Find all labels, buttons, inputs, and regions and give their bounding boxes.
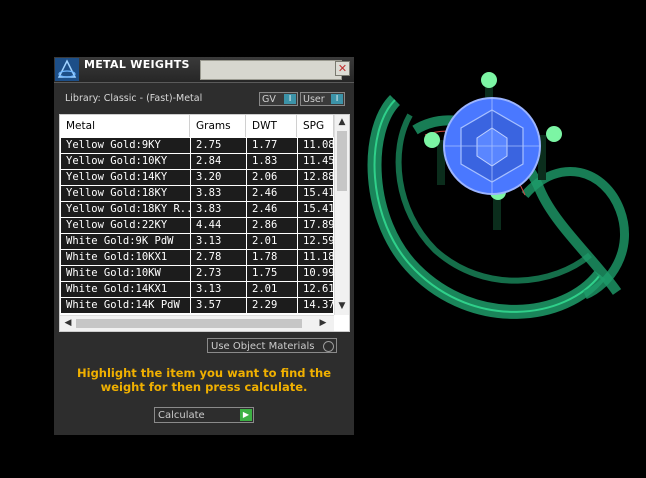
- ring-3d-preview: [367, 72, 629, 319]
- table-row[interactable]: Yellow Gold:18KY R... 3.83 2.46 15.41: [61, 202, 335, 217]
- user-toggle[interactable]: User I: [300, 92, 345, 106]
- cell-dwt: 1.75: [247, 266, 298, 281]
- cell-spg: 11.45: [298, 154, 335, 169]
- gv-toggle[interactable]: GV I: [259, 92, 298, 106]
- cell-metal: Yellow Gold:14KY: [61, 170, 191, 185]
- cell-metal: Yellow Gold:18KY: [61, 186, 191, 201]
- calculate-button[interactable]: Calculate ▶: [154, 407, 254, 423]
- cell-spg: 14.37: [298, 298, 335, 313]
- cell-spg: 10.99: [298, 266, 335, 281]
- cell-spg: 12.88: [298, 170, 335, 185]
- cell-dwt: 1.78: [247, 250, 298, 265]
- vertical-scrollbar[interactable]: ▲ ▼: [334, 115, 349, 315]
- table-body: Yellow Gold:9KY 2.75 1.77 11.08 Yellow Gold:…: [61, 138, 335, 314]
- metal-table: Metal Grams DWT SPG Yellow Gold:9KY 2.75 1…: [59, 114, 350, 332]
- horizontal-scrollbar[interactable]: ◀ ▶: [60, 315, 334, 331]
- cell-metal: White Gold:10KW: [61, 266, 191, 281]
- cell-grams: 4.44: [191, 218, 247, 233]
- calculate-label: Calculate: [158, 410, 205, 421]
- cell-spg: 12.61: [298, 282, 335, 297]
- table-row[interactable]: Yellow Gold:22KY 4.44 2.86 17.89: [61, 218, 335, 233]
- instruction-message: Highlight the item you want to find the …: [77, 366, 331, 394]
- horizontal-scroll-thumb[interactable]: [76, 319, 302, 328]
- table-row[interactable]: White Gold:10KW 2.73 1.75 10.99: [61, 266, 335, 281]
- column-header-metal[interactable]: Metal: [60, 115, 190, 137]
- table-row[interactable]: Yellow Gold:9KY 2.75 1.77 11.08: [61, 138, 335, 153]
- play-arrow-icon: ▶: [240, 409, 252, 421]
- column-header-grams[interactable]: Grams: [190, 115, 246, 137]
- gemstone: [443, 97, 541, 195]
- cell-spg: 11.18: [298, 250, 335, 265]
- cell-spg: 17.89: [298, 218, 335, 233]
- cell-metal: White Gold:9K PdW: [61, 234, 191, 249]
- title-tab: [200, 60, 342, 80]
- cell-grams: 3.57: [191, 298, 247, 313]
- table-row[interactable]: White Gold:10KX1 2.78 1.78 11.18: [61, 250, 335, 265]
- scroll-down-icon[interactable]: ▼: [335, 301, 349, 311]
- cell-metal: Yellow Gold:22KY: [61, 218, 191, 233]
- cell-grams: 3.13: [191, 282, 247, 297]
- scroll-right-icon[interactable]: ▶: [316, 318, 330, 328]
- cell-dwt: 1.77: [247, 138, 298, 153]
- table-row[interactable]: White Gold:14KX1 3.13 2.01 12.61: [61, 282, 335, 297]
- cell-dwt: 2.06: [247, 170, 298, 185]
- cell-dwt: 2.01: [247, 282, 298, 297]
- vertical-scroll-thumb[interactable]: [337, 131, 347, 191]
- cell-dwt: 2.01: [247, 234, 298, 249]
- cell-metal: White Gold:14K PdW: [61, 298, 191, 313]
- library-label: Library: Classic - (Fast)-Metal: [65, 93, 203, 104]
- use-object-materials-label: Use Object Materials: [211, 341, 315, 352]
- cell-grams: 2.84: [191, 154, 247, 169]
- cell-dwt: 2.46: [247, 202, 298, 217]
- cell-grams: 2.73: [191, 266, 247, 281]
- scroll-left-icon[interactable]: ◀: [61, 318, 75, 328]
- cell-metal: White Gold:10KX1: [61, 250, 191, 265]
- cell-metal: Yellow Gold:9KY: [61, 138, 191, 153]
- column-header-spg[interactable]: SPG: [297, 115, 334, 137]
- cell-grams: 3.83: [191, 186, 247, 201]
- cell-metal: Yellow Gold:18KY R...: [61, 202, 191, 217]
- cell-grams: 2.75: [191, 138, 247, 153]
- cell-grams: 3.13: [191, 234, 247, 249]
- cell-metal: Yellow Gold:10KY: [61, 154, 191, 169]
- gv-toggle-label: GV: [262, 94, 276, 105]
- use-object-materials-checkbox[interactable]: Use Object Materials: [207, 338, 337, 353]
- radio-indicator-icon: [323, 341, 334, 352]
- scroll-up-icon[interactable]: ▲: [335, 117, 349, 127]
- cell-spg: 15.41: [298, 186, 335, 201]
- toggle-indicator-icon: I: [331, 94, 343, 104]
- cell-metal: White Gold:14KX1: [61, 282, 191, 297]
- metal-weights-dialog: METAL WEIGHTS ✕ Library: Classic - (Fast…: [54, 57, 354, 435]
- cell-dwt: 2.86: [247, 218, 298, 233]
- cell-dwt: 2.29: [247, 298, 298, 313]
- toggle-indicator-icon: I: [284, 94, 296, 104]
- title-bar[interactable]: METAL WEIGHTS ✕: [54, 57, 354, 83]
- cell-dwt: 2.46: [247, 186, 298, 201]
- cell-spg: 12.59: [298, 234, 335, 249]
- table-row[interactable]: Yellow Gold:18KY 3.83 2.46 15.41: [61, 186, 335, 201]
- dialog-title: METAL WEIGHTS: [84, 58, 190, 71]
- cell-grams: 2.78: [191, 250, 247, 265]
- column-header-dwt[interactable]: DWT: [246, 115, 297, 137]
- table-row[interactable]: White Gold:9K PdW 3.13 2.01 12.59: [61, 234, 335, 249]
- cell-grams: 3.83: [191, 202, 247, 217]
- ring-logo-icon: [55, 58, 79, 81]
- close-icon[interactable]: ✕: [335, 61, 350, 76]
- cell-spg: 15.41: [298, 202, 335, 217]
- cell-dwt: 1.83: [247, 154, 298, 169]
- cell-grams: 3.20: [191, 170, 247, 185]
- cell-spg: 11.08: [298, 138, 335, 153]
- table-row[interactable]: White Gold:14K PdW 3.57 2.29 14.37: [61, 298, 335, 313]
- user-toggle-label: User: [303, 94, 325, 105]
- table-row[interactable]: Yellow Gold:10KY 2.84 1.83 11.45: [61, 154, 335, 169]
- table-row[interactable]: Yellow Gold:14KY 3.20 2.06 12.88: [61, 170, 335, 185]
